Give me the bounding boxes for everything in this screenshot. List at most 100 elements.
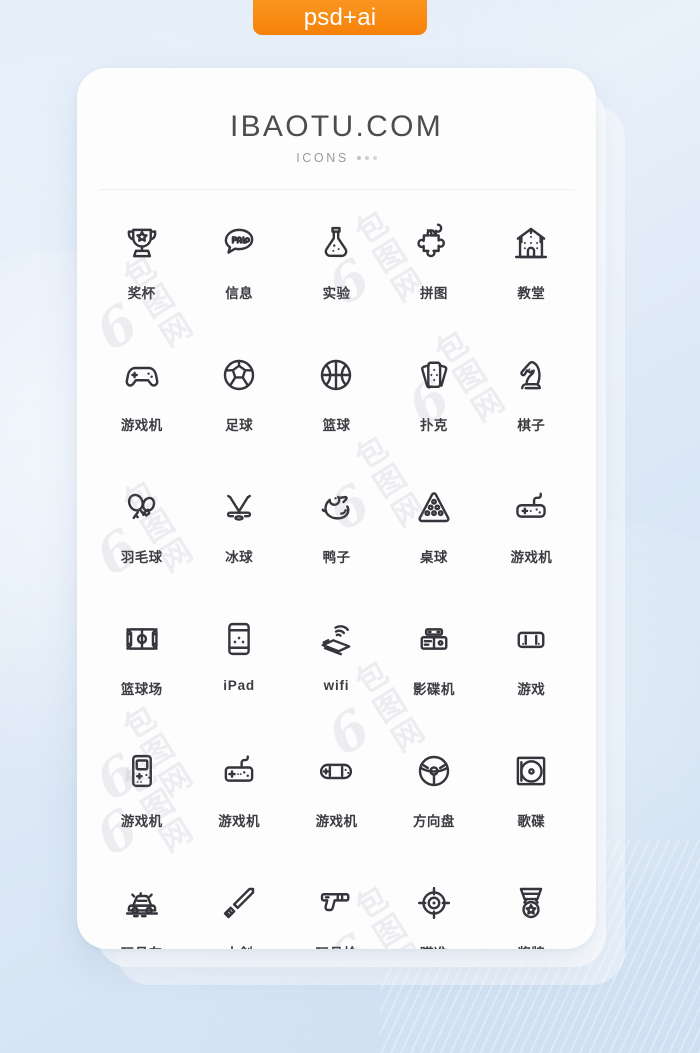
icon-cell[interactable]: 瞄准 (385, 872, 482, 949)
icon-cell[interactable]: 奖牌 (483, 872, 580, 949)
wooden-sword-icon (216, 880, 262, 926)
icon-set-card: IBAOTU.COM ICONS 奖杯 信息 实验 拼图 教堂游戏机 足球 篮球 扑克 棋子羽毛… (77, 68, 596, 949)
icon-label: 游戏 (517, 682, 546, 697)
icon-label: 游戏机 (120, 814, 163, 829)
icon-cell[interactable]: 玩具车 (93, 872, 190, 949)
icon-label: 信息 (225, 286, 253, 301)
icon-label: 篮球场 (120, 682, 163, 697)
playing-cards-icon (411, 352, 457, 398)
icon-cell[interactable]: 实验 (288, 212, 385, 327)
page-subtitle: ICONS (296, 151, 349, 165)
cd-disc-icon (508, 748, 554, 794)
icon-label: 棋子 (517, 418, 546, 433)
message-play-icon (216, 220, 262, 266)
puzzle-icon (411, 220, 457, 266)
crosshair-icon (411, 880, 457, 926)
icon-cell[interactable]: 篮球场 (93, 608, 190, 723)
icon-cell[interactable]: 游戏机 (93, 344, 190, 459)
icon-cell[interactable]: 冰球 (190, 476, 287, 591)
icon-cell[interactable]: 鸭子 (288, 476, 385, 591)
icon-label: 玩具车 (121, 942, 163, 949)
dot-icon (364, 156, 369, 160)
page-title: IBAOTU.COM (229, 110, 443, 143)
tablet-icon (216, 616, 262, 662)
icon-label: 冰球 (225, 550, 253, 565)
icon-label: 扑克 (419, 418, 448, 433)
dots-decoration (356, 156, 377, 160)
steering-wheel-icon (411, 748, 457, 794)
icon-cell[interactable]: 桌球 (385, 476, 482, 591)
icon-label: 玩具枪 (316, 942, 358, 949)
icon-cell[interactable]: 木剑 (190, 872, 287, 949)
icon-cell[interactable]: 游戏 (483, 608, 580, 723)
icon-grid: 奖杯 信息 实验 拼图 教堂 游戏机 足球 篮球 扑克 棋子 羽毛球 冰球 鸭子 桌球 游戏机 篮球场 iPad… (77, 212, 596, 949)
hockey-sticks-icon (216, 484, 262, 530)
basketball-icon (313, 352, 359, 398)
icon-label: 方向盘 (413, 814, 455, 829)
icon-cell[interactable]: 羽毛球 (93, 476, 190, 591)
icon-cell[interactable]: 游戏机 (93, 740, 190, 855)
icon-cell[interactable]: 游戏机 (288, 740, 385, 855)
icon-cell[interactable]: 奖杯 (93, 212, 190, 327)
icon-label: 实验 (322, 286, 351, 301)
icon-cell[interactable]: 信息 (190, 212, 287, 327)
trophy-icon (119, 220, 165, 266)
toy-gun-icon (313, 880, 359, 926)
nes-gamepad-icon (216, 748, 262, 794)
icon-cell[interactable]: 游戏机 (190, 740, 287, 855)
badminton-icon (119, 484, 165, 530)
icon-label: 羽毛球 (120, 550, 163, 565)
card-header: IBAOTU.COM ICONS (77, 68, 596, 165)
icon-label: 教堂 (517, 286, 546, 301)
icon-label: 奖牌 (517, 942, 545, 949)
castle-icon (508, 220, 554, 266)
icon-label: 影碟机 (413, 682, 455, 697)
icon-label: 木剑 (225, 942, 253, 949)
wifi-icon (313, 616, 359, 662)
icon-cell[interactable]: 扑克 (385, 344, 482, 459)
icon-cell[interactable]: 玩具枪 (288, 872, 385, 949)
icon-cell[interactable]: 影碟机 (385, 608, 482, 723)
dvd-player-icon (411, 616, 457, 662)
dot-icon (372, 156, 377, 160)
icon-label: iPad (223, 678, 255, 693)
game-controller-icon (508, 616, 554, 662)
icon-label: 奖杯 (127, 286, 156, 301)
gamepad-icon (119, 352, 165, 398)
icon-label: 游戏机 (120, 418, 163, 433)
icon-label: 歌碟 (517, 814, 546, 829)
psp-console-icon (313, 748, 359, 794)
soccer-ball-icon (216, 352, 262, 398)
icon-cell[interactable]: 方向盘 (385, 740, 482, 855)
toy-car-icon (119, 880, 165, 926)
duck-icon (313, 484, 359, 530)
dot-icon (356, 156, 361, 160)
icon-label: 鸭子 (322, 550, 351, 565)
icon-cell[interactable]: iPad (190, 608, 287, 723)
chess-knight-icon (508, 352, 554, 398)
flask-icon (313, 220, 359, 266)
icon-cell[interactable]: 歌碟 (483, 740, 580, 855)
icon-label: wifi (323, 678, 350, 693)
subtitle-row: ICONS (77, 151, 596, 165)
icon-cell[interactable]: 篮球 (288, 344, 385, 459)
header-divider (99, 189, 574, 190)
retro-gamepad-icon (508, 484, 554, 530)
icon-label: 瞄准 (420, 942, 448, 949)
medal-icon (508, 880, 554, 926)
icon-label: 足球 (225, 418, 253, 433)
icon-label: 拼图 (419, 286, 448, 301)
handheld-console-icon (119, 748, 165, 794)
icon-label: 游戏机 (510, 550, 553, 565)
icon-cell[interactable]: 教堂 (483, 212, 580, 327)
psd-ai-badge: psd+ai (253, 0, 427, 35)
icon-cell[interactable]: 足球 (190, 344, 287, 459)
icon-label: 游戏机 (315, 814, 358, 829)
icon-label: 桌球 (419, 550, 448, 565)
icon-cell[interactable]: 棋子 (483, 344, 580, 459)
icon-cell[interactable]: wifi (288, 608, 385, 723)
basketball-court-icon (119, 616, 165, 662)
icon-cell[interactable]: 游戏机 (483, 476, 580, 591)
icon-cell[interactable]: 拼图 (385, 212, 482, 327)
icon-label: 游戏机 (218, 814, 260, 829)
